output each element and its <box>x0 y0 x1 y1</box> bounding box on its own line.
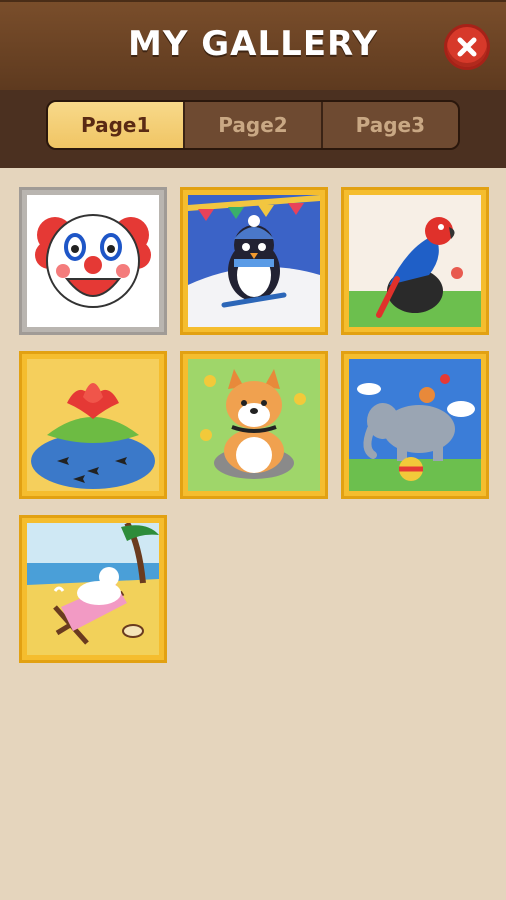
tab-page3[interactable]: Page3 <box>322 102 458 148</box>
page-title: MY GALLERY <box>127 24 378 64</box>
tab-page1[interactable]: Page1 <box>48 102 186 148</box>
gallery-item-lotus[interactable] <box>19 351 167 499</box>
gallery-item-clown[interactable] <box>19 187 167 335</box>
gallery-item-penguin[interactable] <box>180 187 328 335</box>
header-bar: MY GALLERY <box>0 0 506 90</box>
gallery-item-cat-beach[interactable] <box>19 515 167 663</box>
gallery-item-shiba[interactable] <box>180 351 328 499</box>
lotus-image <box>27 359 159 491</box>
page-tabs: Page1 Page2 Page3 <box>46 100 460 150</box>
tab-page2[interactable]: Page2 <box>185 102 323 148</box>
clown-image <box>27 195 159 327</box>
cat-beach-image <box>27 523 159 655</box>
close-button[interactable] <box>444 24 490 70</box>
shiba-image <box>188 359 320 491</box>
parrot-image <box>349 195 481 327</box>
penguin-image <box>188 195 320 327</box>
close-icon <box>457 37 477 57</box>
elephant-image <box>349 359 481 491</box>
tab-bar: Page1 Page2 Page3 <box>0 90 506 168</box>
gallery-item-elephant[interactable] <box>341 351 489 499</box>
gallery-item-parrot[interactable] <box>341 187 489 335</box>
